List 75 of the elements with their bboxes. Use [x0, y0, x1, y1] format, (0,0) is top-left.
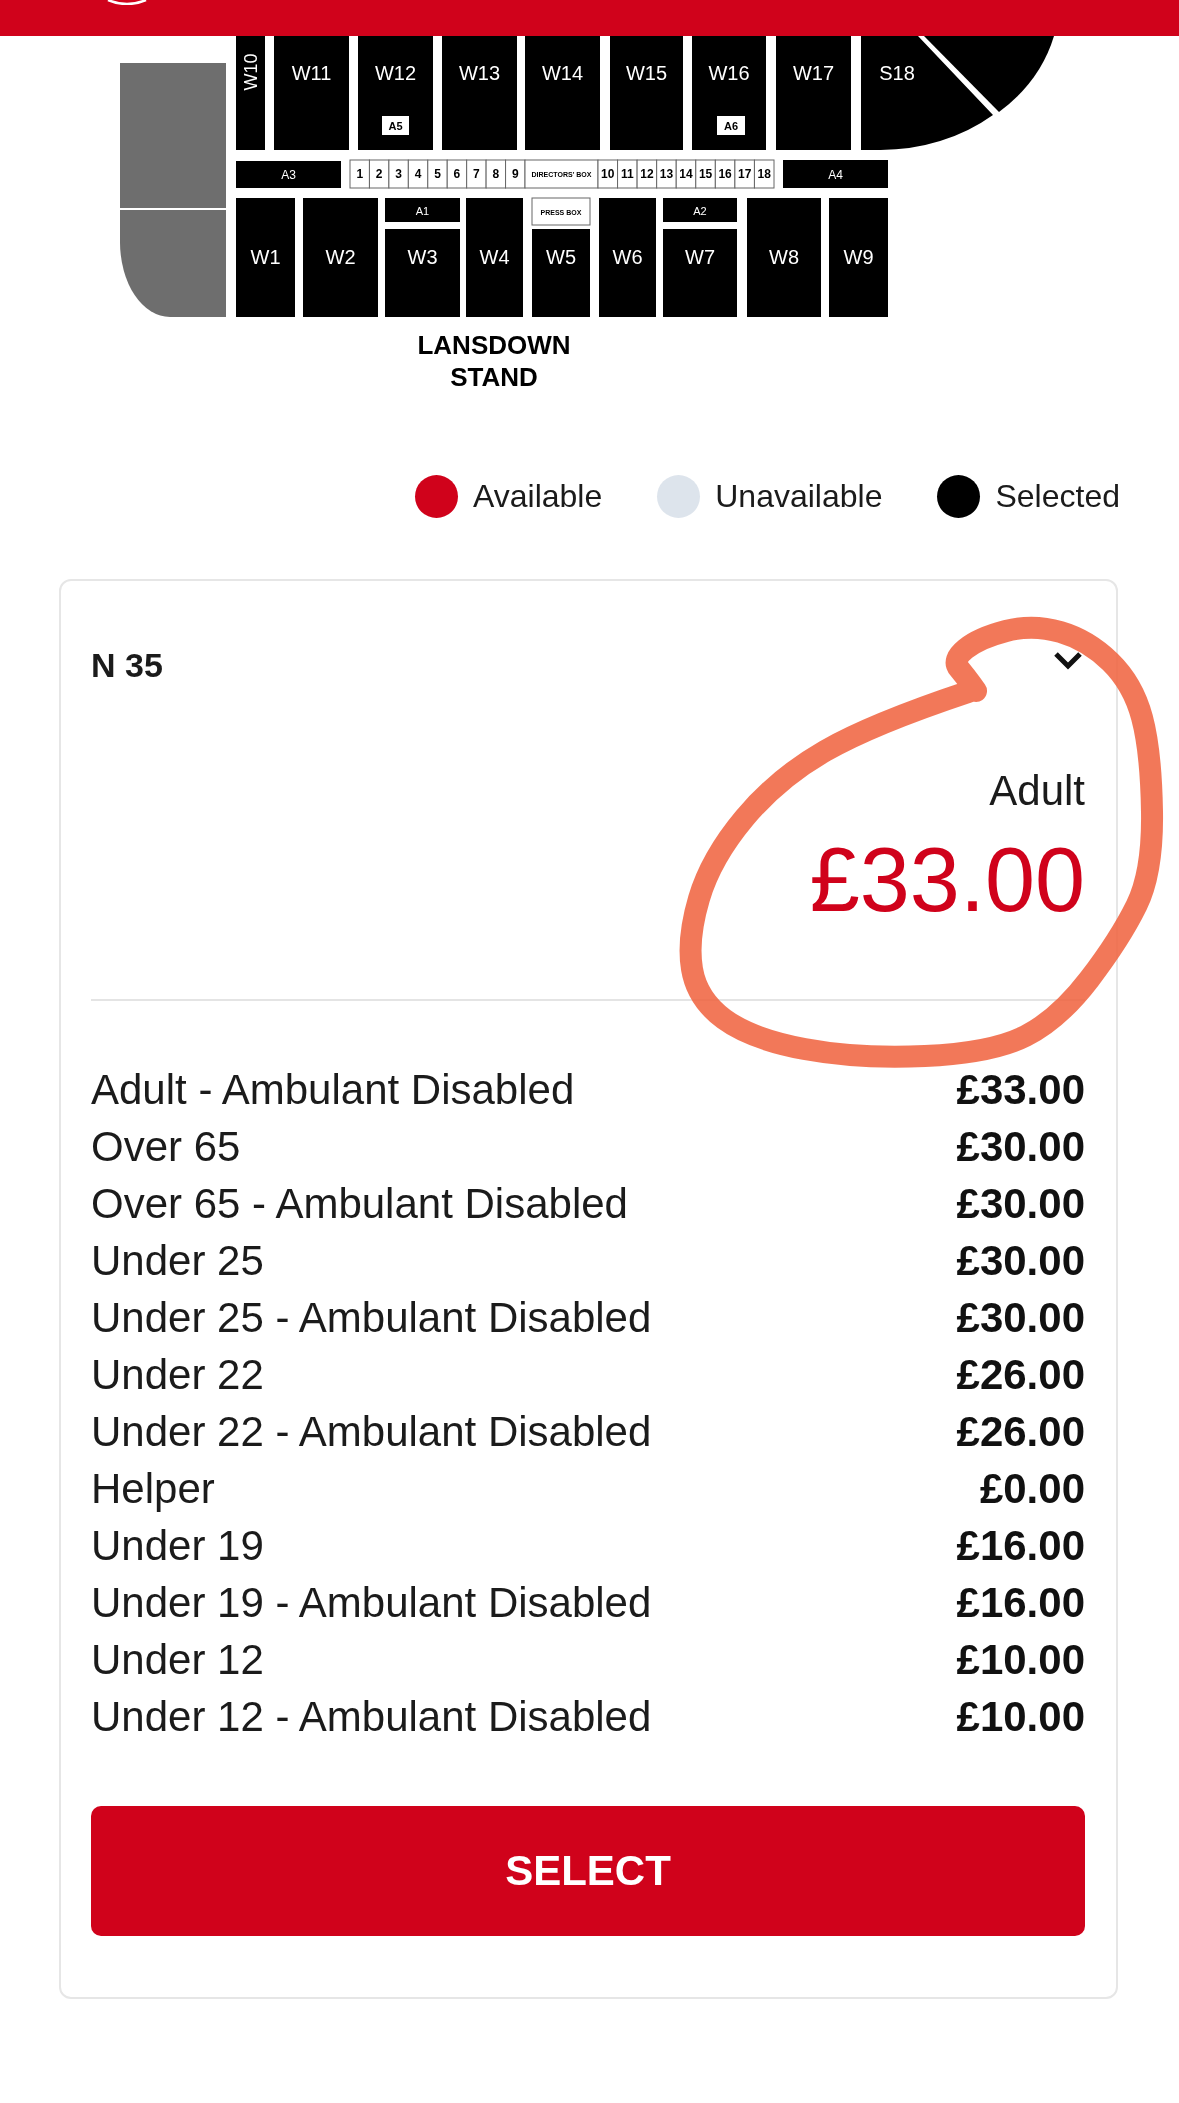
stadium-section[interactable]: W13	[442, 36, 517, 150]
ticket-price: £30.00	[956, 1179, 1085, 1229]
hospitality-box: 17	[734, 159, 755, 189]
ticket-type: Adult - Ambulant Disabled	[91, 1065, 575, 1115]
ticket-type: Under 25	[91, 1236, 264, 1286]
stadium-section[interactable]: W10	[236, 36, 265, 150]
chevron-down-icon[interactable]	[1053, 650, 1083, 670]
stadium-section[interactable]: W5	[532, 229, 590, 317]
stadium-section[interactable]: W2	[303, 198, 378, 317]
ticket-type: Under 12	[91, 1635, 264, 1685]
ticket-price: £30.00	[956, 1236, 1085, 1286]
select-button[interactable]: SELECT	[91, 1806, 1085, 1936]
legend-label: Selected	[995, 477, 1120, 516]
ticket-type: Under 12 - Ambulant Disabled	[91, 1692, 652, 1742]
hospitality-box: 18	[753, 159, 775, 189]
hospitality-box: 13	[656, 159, 677, 189]
hospitality-box: 1	[349, 159, 370, 189]
stadium-section[interactable]: W4	[466, 198, 523, 317]
stadium-section[interactable]: A1	[385, 198, 460, 222]
hospitality-box: 2	[368, 159, 390, 189]
hospitality-box: 5	[427, 159, 448, 189]
ticket-price: £30.00	[956, 1293, 1085, 1343]
ticket-price: £0.00	[979, 1464, 1085, 1514]
ticket-type: Over 65 - Ambulant Disabled	[91, 1179, 628, 1229]
ticket-type: Under 19	[91, 1521, 264, 1571]
ticket-price: £33.00	[809, 830, 1085, 930]
stadium-section[interactable]: A2	[663, 198, 737, 222]
hospitality-box: 4	[407, 159, 429, 189]
ticket-type: Over 65	[91, 1122, 241, 1172]
ticket-price: £10.00	[956, 1635, 1085, 1685]
section-tag: A6	[717, 116, 745, 135]
legend-label: Available	[472, 477, 603, 516]
stadium-section[interactable]: W15	[610, 36, 683, 150]
stadium-section[interactable]: A4	[783, 160, 888, 188]
ticket-type: Under 25 - Ambulant Disabled	[91, 1293, 652, 1343]
stadium-section[interactable]: W7	[663, 229, 737, 317]
stadium-section[interactable]: W6	[599, 198, 656, 317]
ticket-type: Adult	[989, 766, 1085, 816]
stadium-section[interactable]: A3	[236, 161, 341, 188]
hospitality-box: 15	[695, 159, 716, 189]
hospitality-box: 3	[388, 159, 409, 189]
hospitality-box: 6	[446, 159, 468, 189]
stadium-section[interactable]: W8	[747, 198, 821, 317]
ticket-price: £10.00	[956, 1692, 1085, 1742]
stadium-section[interactable]: W17	[776, 36, 851, 150]
section-tag: A5	[382, 116, 409, 135]
seat-label: N 35	[91, 645, 163, 685]
ticket-type: Under 22	[91, 1350, 264, 1400]
stadium-section[interactable]	[924, 36, 1054, 112]
hospitality-box: 11	[617, 159, 638, 189]
stadium-section[interactable]: W9	[829, 198, 888, 317]
stand-label: LANSDOWN STAND	[416, 329, 572, 393]
hospitality-box: 12	[636, 159, 658, 189]
ticket-type: Under 22 - Ambulant Disabled	[91, 1407, 652, 1457]
hospitality-box: 16	[714, 159, 736, 189]
ticket-price: £16.00	[956, 1578, 1085, 1628]
ticket-price: £30.00	[956, 1122, 1085, 1172]
stadium-section[interactable]: W11	[274, 36, 349, 150]
legend-label: Unavailable	[715, 477, 883, 516]
ticket-price: £26.00	[956, 1350, 1085, 1400]
ticket-price: £16.00	[956, 1521, 1085, 1571]
stadium-section[interactable]: W1	[236, 198, 295, 317]
hospitality-box: 8	[485, 159, 507, 189]
hospitality-box: 9	[505, 159, 526, 189]
logo-icon[interactable]	[107, 0, 147, 5]
hospitality-box: 14	[675, 159, 697, 189]
ticket-price: £26.00	[956, 1407, 1085, 1457]
hospitality-box: 7	[466, 159, 487, 189]
stadium-section[interactable]: S18	[861, 36, 993, 150]
stadium-section[interactable]: W3	[385, 229, 460, 317]
hospitality-box: 10	[597, 159, 619, 189]
stadium-section[interactable]: W14	[525, 36, 600, 150]
ticket-type: Helper	[91, 1464, 215, 1514]
ticket-price: £33.00	[956, 1065, 1085, 1115]
ticket-type: Under 19 - Ambulant Disabled	[91, 1578, 652, 1628]
